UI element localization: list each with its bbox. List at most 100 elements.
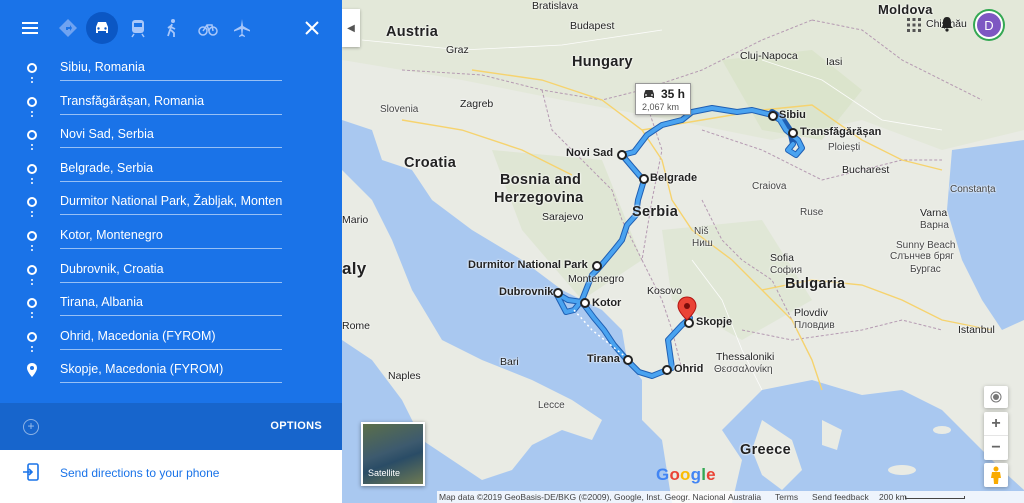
- route-duration: 35 h: [661, 87, 686, 101]
- street-view-pegman[interactable]: [984, 463, 1008, 487]
- map-label-belgrade: Belgrade: [650, 172, 698, 184]
- zoom-out-button[interactable]: −: [984, 436, 1008, 460]
- apps-grid-icon[interactable]: [907, 18, 921, 32]
- satellite-toggle[interactable]: Satellite: [361, 422, 425, 486]
- my-location-button[interactable]: [984, 386, 1008, 408]
- account-avatar[interactable]: D: [975, 11, 1003, 39]
- label-croatia: Croatia: [404, 155, 457, 171]
- label-bratislava: Bratislava: [532, 0, 579, 12]
- mode-flights[interactable]: [226, 12, 258, 44]
- collapse-panel-button[interactable]: ◀: [342, 9, 360, 47]
- stop-list: Sibiu, Romania Transfăgărășan, Romania Nov…: [0, 52, 342, 388]
- label-cluj: Cluj-Napoca: [740, 50, 798, 62]
- directions-diamond-icon: [59, 19, 77, 37]
- mode-best-route[interactable]: [52, 12, 84, 44]
- label-zagreb: Zagreb: [460, 98, 494, 110]
- label-sunny-beach: Sunny Beach: [896, 240, 956, 251]
- label-craiova: Craiova: [752, 181, 787, 192]
- label-plovdiv: Plovdiv: [794, 307, 828, 319]
- label-greece: Greece: [740, 442, 791, 458]
- stop-input[interactable]: Transfăgărășan, Romania: [60, 93, 282, 115]
- connector-dots: [31, 109, 33, 119]
- region-link[interactable]: Australia: [728, 492, 761, 502]
- stop-row[interactable]: Sibiu, Romania: [0, 52, 342, 86]
- hamburger-icon: [22, 22, 38, 34]
- stop-input[interactable]: Kotor, Montenegro: [60, 227, 282, 249]
- send-to-phone-row[interactable]: Send directions to your phone: [0, 450, 342, 503]
- stop-input[interactable]: Belgrade, Serbia: [60, 160, 282, 182]
- connector-dots: [31, 243, 33, 253]
- pegman-icon: [991, 466, 1001, 484]
- zoom-in-button[interactable]: +: [984, 412, 1008, 436]
- label-mario: Mario: [342, 214, 369, 226]
- waypoint-circle-icon: [27, 63, 37, 73]
- stop-row[interactable]: Tirana, Albania: [0, 287, 342, 321]
- stop-input[interactable]: Durmitor National Park, Žabljak, Montene…: [60, 193, 282, 216]
- stop-row[interactable]: Novi Sad, Serbia: [0, 119, 342, 153]
- notifications-bell-icon[interactable]: [939, 16, 955, 32]
- stop-input[interactable]: Ohrid, Macedonia (FYROM): [60, 328, 282, 350]
- label-montenegro: Montenegro: [568, 273, 625, 285]
- connector-dots: [31, 142, 33, 152]
- label-bosnia-1: Bosnia and: [500, 172, 582, 188]
- stop-row[interactable]: Skopje, Macedonia (FYROM): [0, 354, 342, 388]
- label-slovenia: Slovenia: [380, 104, 419, 115]
- scale-label[interactable]: 200 km: [879, 492, 907, 502]
- map-label-skopje: Skopje: [696, 316, 733, 328]
- stop-marker-dubrovnik: [553, 288, 563, 298]
- map-label-kotor: Kotor: [592, 297, 622, 309]
- mode-cycling[interactable]: [192, 12, 224, 44]
- stop-input[interactable]: Skopje, Macedonia (FYROM): [60, 361, 282, 384]
- destination-pin-icon: [27, 363, 37, 378]
- map-data-attribution: Map data ©2019 GeoBasis-DE/BKG (©2009), …: [439, 492, 726, 502]
- stop-input[interactable]: Novi Sad, Serbia: [60, 126, 282, 149]
- waypoint-circle-icon: [27, 163, 37, 174]
- mode-walking[interactable]: [156, 12, 188, 44]
- label-naples: Naples: [388, 370, 421, 382]
- stop-marker-sibiu: [768, 111, 778, 121]
- label-varna: Varna: [920, 207, 948, 219]
- menu-button[interactable]: [14, 12, 46, 44]
- stop-input[interactable]: Tirana, Albania: [60, 294, 282, 317]
- waypoint-circle-icon: [27, 197, 37, 208]
- mode-transit[interactable]: [122, 12, 154, 44]
- add-destination-icon[interactable]: +: [23, 419, 39, 435]
- mode-driving[interactable]: [86, 12, 118, 44]
- terms-link[interactable]: Terms: [775, 492, 798, 502]
- train-icon: [131, 20, 145, 38]
- stop-row[interactable]: Belgrade, Serbia: [0, 153, 342, 187]
- label-burgas: Бургас: [910, 264, 941, 275]
- stop-row[interactable]: Kotor, Montenegro: [0, 220, 342, 254]
- stop-row[interactable]: Ohrid, Macedonia (FYROM): [0, 321, 342, 355]
- connector-dots: [31, 176, 33, 186]
- stop-row[interactable]: Durmitor National Park, Žabljak, Montene…: [0, 186, 342, 220]
- map-label-sibiu: Sibiu: [779, 109, 806, 121]
- stop-row[interactable]: Dubrovnik, Croatia: [0, 254, 342, 288]
- label-italy: aly: [342, 259, 367, 278]
- map-footer: Map data ©2019 GeoBasis-DE/BKG (©2009), …: [437, 491, 1024, 503]
- send-feedback-link[interactable]: Send feedback: [812, 492, 869, 502]
- label-nis-cyr: Ниш: [692, 238, 713, 249]
- waypoint-circle-icon: [27, 264, 37, 275]
- waypoint-circle-icon: [27, 331, 37, 342]
- label-bari: Bari: [500, 356, 519, 368]
- travel-mode-bar: [0, 0, 342, 52]
- map-canvas[interactable]: Austria Hungary Moldova Slovenia Croatia…: [342, 0, 1024, 503]
- close-directions-button[interactable]: [296, 12, 328, 44]
- label-istanbul: Istanbul: [958, 324, 995, 336]
- label-graz: Graz: [446, 44, 469, 56]
- car-icon: [96, 22, 108, 33]
- map-label-durmitor: Durmitor National Park: [468, 259, 588, 271]
- label-bosnia-2: Herzegovina: [494, 190, 584, 206]
- send-to-phone-link[interactable]: Send directions to your phone: [60, 466, 219, 480]
- bicycle-icon: [198, 24, 218, 36]
- airplane-icon: [234, 19, 250, 37]
- route-summary-box[interactable]: 35 h 2,067 km: [635, 83, 691, 115]
- scale-bar: [905, 496, 965, 499]
- walking-icon: [167, 19, 176, 37]
- stop-input[interactable]: Dubrovnik, Croatia: [60, 261, 282, 283]
- waypoint-circle-icon: [27, 230, 37, 241]
- stop-input[interactable]: Sibiu, Romania: [60, 59, 282, 81]
- stop-row[interactable]: Transfăgărășan, Romania: [0, 86, 342, 120]
- options-button[interactable]: OPTIONS: [270, 420, 322, 432]
